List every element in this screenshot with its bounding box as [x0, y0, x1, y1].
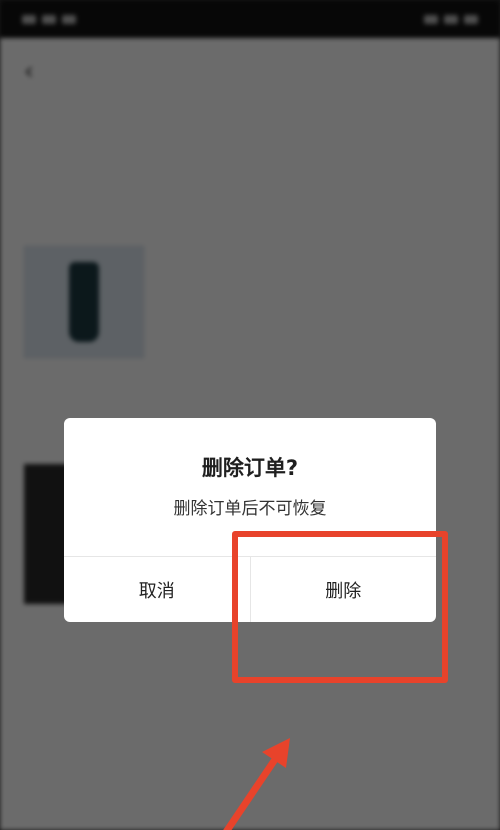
annotation-arrow-icon: [223, 738, 290, 830]
